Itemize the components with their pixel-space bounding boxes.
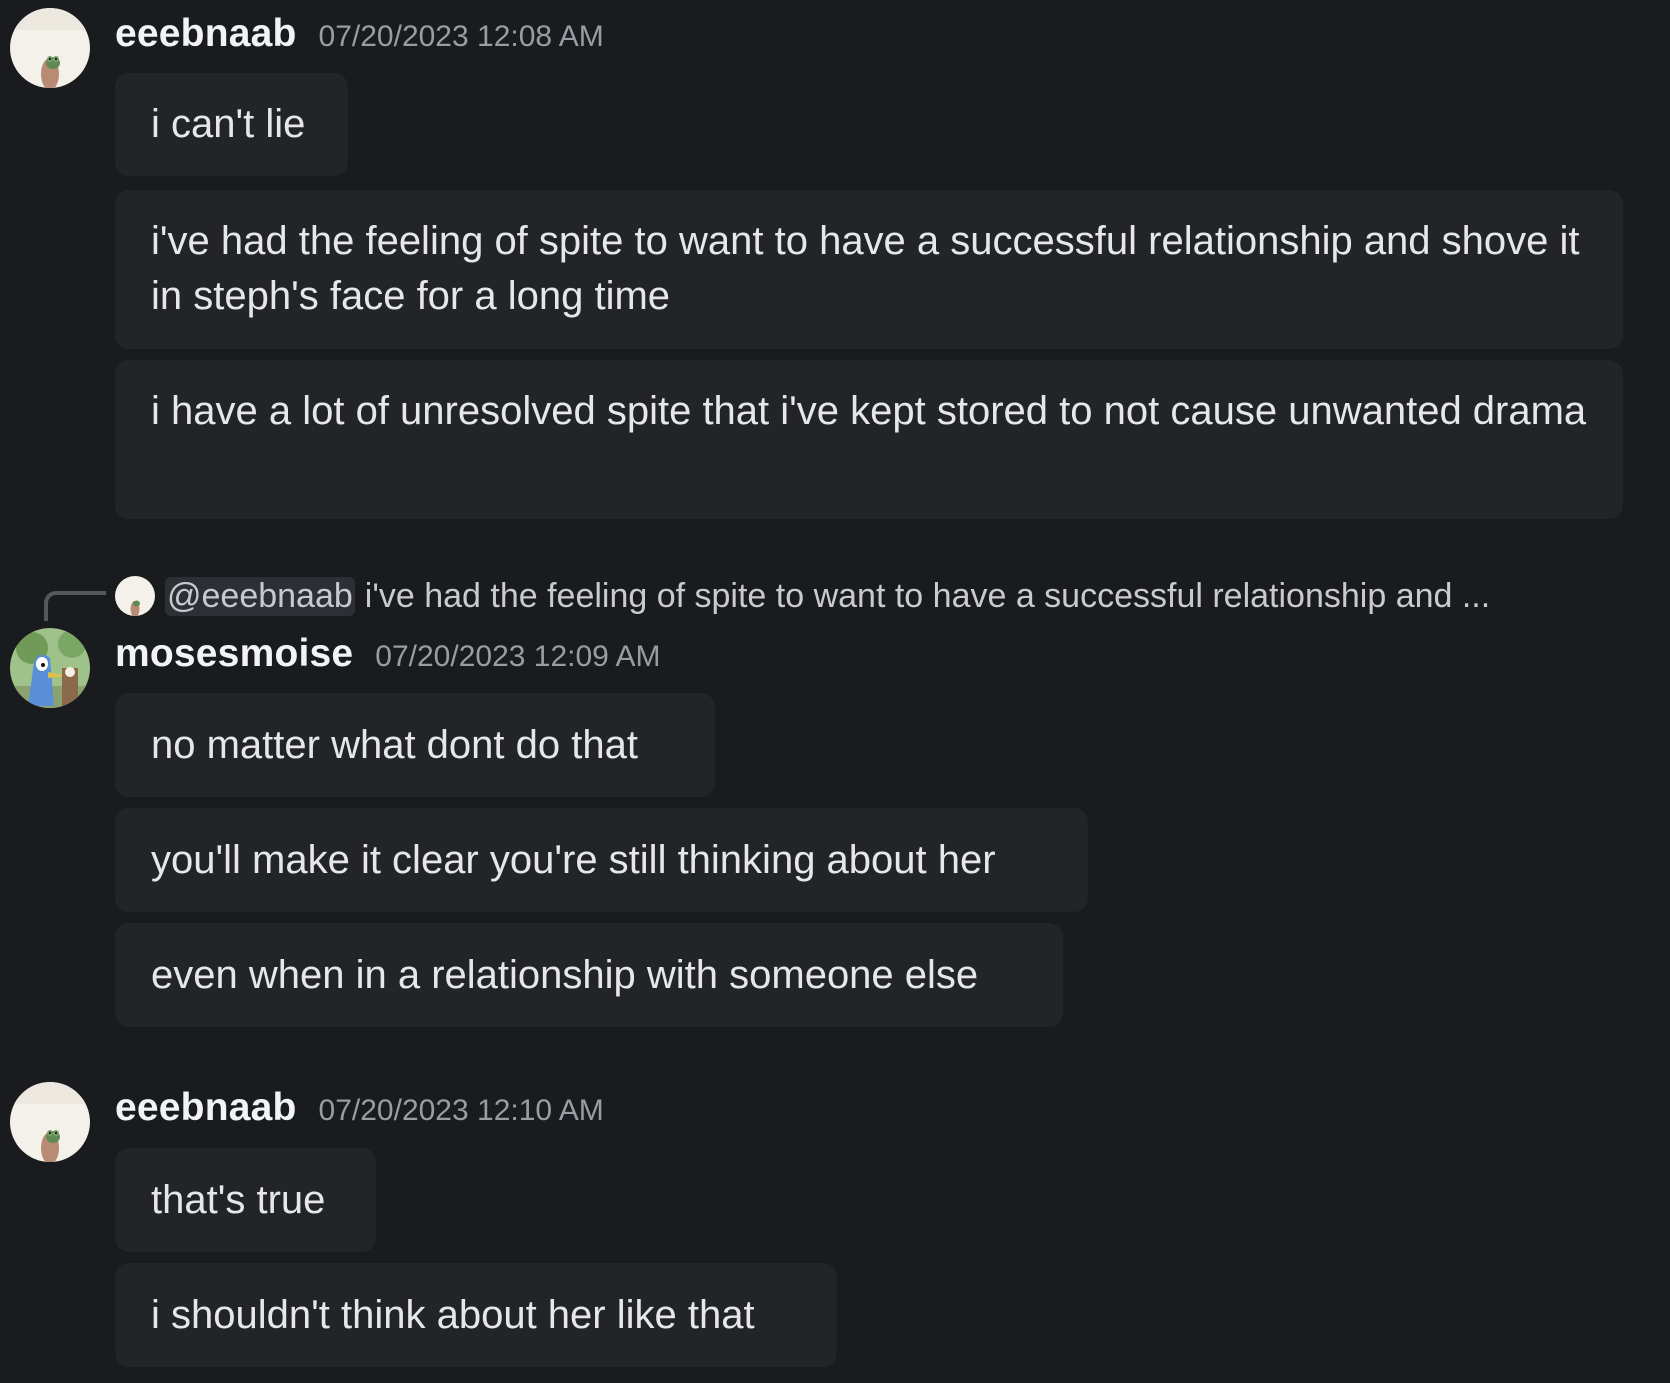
user-avatar-mosesmoise[interactable] — [10, 628, 90, 708]
message-bubble[interactable]: i've had the feeling of spite to want to… — [115, 190, 1623, 349]
message-text: i shouldn't think about her like that — [151, 1292, 755, 1337]
cartoon-bird-avatar-icon — [10, 628, 90, 708]
message-header: eeebnaab 07/20/2023 12:08 AM — [115, 12, 604, 56]
user-avatar-eeebnaab[interactable] — [10, 1082, 90, 1162]
frog-photo-avatar-icon — [115, 576, 155, 616]
message-text: no matter what dont do that — [151, 722, 638, 767]
message-bubble[interactable]: even when in a relationship with someone… — [115, 923, 1063, 1027]
reply-preview[interactable]: @eeebnaab i've had the feeling of spite … — [115, 573, 1490, 619]
message-text: even when in a relationship with someone… — [151, 952, 979, 997]
username[interactable]: eeebnaab — [115, 1086, 297, 1130]
frog-photo-avatar-icon — [10, 1082, 90, 1162]
username[interactable]: eeebnaab — [115, 12, 297, 56]
message-text: i have a lot of unresolved spite that i'… — [151, 389, 1587, 433]
message-bubble[interactable]: i can't lie — [115, 73, 348, 176]
timestamp: 07/20/2023 12:08 AM — [318, 20, 604, 53]
message-header: mosesmoise 07/20/2023 12:09 AM — [115, 632, 661, 676]
message-text: i've had the feeling of spite to want to… — [151, 219, 1580, 318]
username[interactable]: mosesmoise — [115, 632, 353, 676]
message-text: that's true — [151, 1177, 326, 1222]
message-text: i can't lie — [151, 102, 306, 146]
timestamp: 07/20/2023 12:10 AM — [318, 1094, 604, 1127]
frog-photo-avatar-icon — [10, 8, 90, 88]
message-text: you'll make it clear you're still thinki… — [151, 837, 996, 882]
message-bubble[interactable]: no matter what dont do that — [115, 693, 715, 797]
message-header: eeebnaab 07/20/2023 12:10 AM — [115, 1086, 604, 1130]
reply-connector — [44, 591, 106, 621]
timestamp: 07/20/2023 12:09 AM — [375, 640, 661, 673]
chat-log: eeebnaab 07/20/2023 12:08 AM i can't lie… — [0, 0, 1670, 1383]
message-bubble[interactable]: i shouldn't think about her like that — [115, 1263, 837, 1367]
reply-text: i've had the feeling of spite to want to… — [364, 576, 1491, 615]
message-bubble[interactable]: i have a lot of unresolved spite that i'… — [115, 360, 1623, 519]
message-bubble[interactable]: you'll make it clear you're still thinki… — [115, 808, 1088, 912]
reply-mention[interactable]: @eeebnaab — [165, 576, 355, 616]
reply-avatar — [115, 576, 155, 616]
user-avatar-eeebnaab[interactable] — [10, 8, 90, 88]
message-bubble[interactable]: that's true — [115, 1148, 376, 1252]
